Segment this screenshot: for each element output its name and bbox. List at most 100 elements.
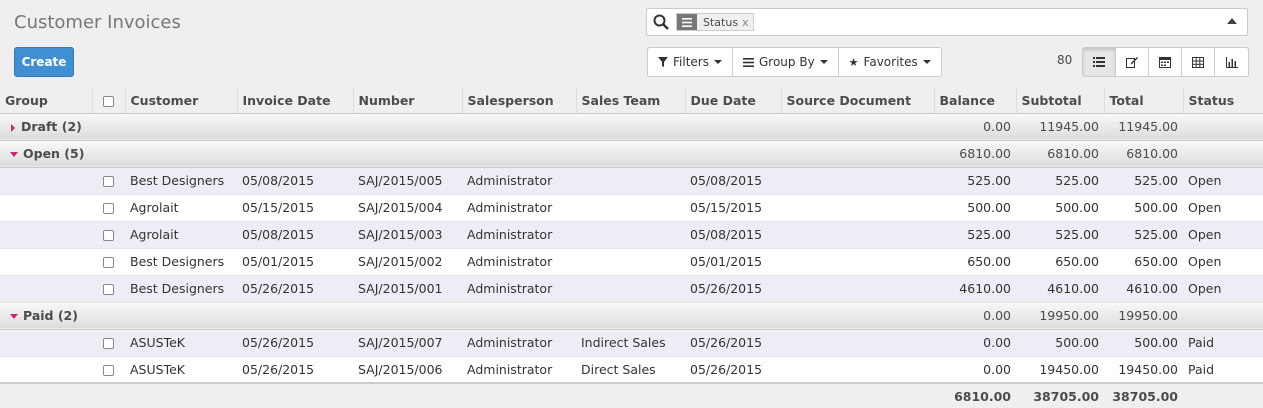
column-header-number[interactable]: Number xyxy=(353,88,463,114)
cell-status[interactable]: Paid xyxy=(1183,356,1263,384)
form-view-button[interactable] xyxy=(1116,48,1149,76)
cell-number[interactable]: SAJ/2015/005 xyxy=(353,167,462,195)
favorites-button[interactable]: ★ Favorites xyxy=(839,48,941,76)
cell-status[interactable]: Paid xyxy=(1183,329,1263,357)
cell-balance[interactable]: 4610.00 xyxy=(934,275,1016,303)
column-header-select-all[interactable] xyxy=(92,88,126,114)
cell-balance[interactable]: 0.00 xyxy=(934,356,1016,384)
group-row[interactable]: Paid (2) 0.00 19950.00 19950.00 xyxy=(0,302,1263,330)
column-header-due-date[interactable]: Due Date xyxy=(685,88,782,114)
cell-subtotal[interactable]: 525.00 xyxy=(1016,167,1104,195)
table-row[interactable]: Agrolait 05/15/2015 SAJ/2015/004 Adminis… xyxy=(0,194,1263,222)
row-select-cell[interactable] xyxy=(92,248,125,276)
row-checkbox[interactable] xyxy=(103,364,114,376)
cell-customer[interactable]: ASUSTeK xyxy=(125,329,237,357)
cell-total[interactable]: 500.00 xyxy=(1104,329,1183,357)
pager-count[interactable]: 80 xyxy=(1057,53,1072,67)
cell-status[interactable]: Open xyxy=(1183,167,1263,195)
table-row[interactable]: ASUSTeK 05/26/2015 SAJ/2015/006 Administ… xyxy=(0,356,1263,384)
cell-number[interactable]: SAJ/2015/006 xyxy=(353,356,462,384)
cell-due-date[interactable]: 05/26/2015 xyxy=(685,356,781,384)
group-row[interactable]: Open (5) 6810.00 6810.00 6810.00 xyxy=(0,140,1263,168)
cell-total[interactable]: 650.00 xyxy=(1104,248,1183,276)
group-label-cell[interactable]: Open (5) xyxy=(0,140,934,168)
pivot-view-button[interactable] xyxy=(1182,48,1215,76)
cell-customer[interactable]: Best Designers xyxy=(125,275,237,303)
cell-total[interactable]: 525.00 xyxy=(1104,221,1183,249)
table-row[interactable]: Best Designers 05/01/2015 SAJ/2015/002 A… xyxy=(0,248,1263,276)
cell-number[interactable]: SAJ/2015/007 xyxy=(353,329,462,357)
search-options-toggle-icon[interactable] xyxy=(1227,18,1237,24)
row-checkbox[interactable] xyxy=(103,176,114,187)
column-header-salesperson[interactable]: Salesperson xyxy=(462,88,577,114)
cell-sales-team[interactable]: Direct Sales xyxy=(576,356,685,384)
cell-salesperson[interactable]: Administrator xyxy=(462,248,576,276)
cell-total[interactable]: 525.00 xyxy=(1104,167,1183,195)
cell-salesperson[interactable]: Administrator xyxy=(462,194,576,222)
cell-due-date[interactable]: 05/26/2015 xyxy=(685,329,781,357)
row-select-cell[interactable] xyxy=(92,275,125,303)
column-header-status[interactable]: Status xyxy=(1183,88,1263,114)
cell-balance[interactable]: 500.00 xyxy=(934,194,1016,222)
cell-status[interactable]: Open xyxy=(1183,194,1263,222)
row-select-cell[interactable] xyxy=(92,356,125,384)
cell-total[interactable]: 19450.00 xyxy=(1104,356,1183,384)
cell-due-date[interactable]: 05/08/2015 xyxy=(685,167,781,195)
cell-balance[interactable]: 0.00 xyxy=(934,329,1016,357)
cell-customer[interactable]: Agrolait xyxy=(125,194,237,222)
column-header-source-document[interactable]: Source Document xyxy=(781,88,935,114)
cell-total[interactable]: 4610.00 xyxy=(1104,275,1183,303)
cell-sales-team[interactable] xyxy=(576,221,685,249)
cell-salesperson[interactable]: Administrator xyxy=(462,167,576,195)
cell-number[interactable]: SAJ/2015/002 xyxy=(353,248,462,276)
cell-customer[interactable]: Best Designers xyxy=(125,167,237,195)
cell-due-date[interactable]: 05/08/2015 xyxy=(685,221,781,249)
cell-invoice-date[interactable]: 05/26/2015 xyxy=(237,356,353,384)
row-checkbox[interactable] xyxy=(103,257,114,268)
create-button[interactable]: Create xyxy=(14,47,74,77)
cell-balance[interactable]: 525.00 xyxy=(934,221,1016,249)
group-row[interactable]: Draft (2) 0.00 11945.00 11945.00 xyxy=(0,113,1263,141)
search-facet-status[interactable]: Status x xyxy=(676,13,754,31)
cell-customer[interactable]: Best Designers xyxy=(125,248,237,276)
table-row[interactable]: ASUSTeK 05/26/2015 SAJ/2015/007 Administ… xyxy=(0,329,1263,357)
group-by-button[interactable]: Group By xyxy=(733,48,839,76)
cell-invoice-date[interactable]: 05/26/2015 xyxy=(237,329,353,357)
cell-source-document[interactable] xyxy=(781,329,934,357)
cell-sales-team[interactable] xyxy=(576,248,685,276)
column-header-customer[interactable]: Customer xyxy=(125,88,238,114)
row-checkbox[interactable] xyxy=(103,230,114,241)
cell-source-document[interactable] xyxy=(781,221,934,249)
cell-status[interactable]: Open xyxy=(1183,248,1263,276)
cell-number[interactable]: SAJ/2015/004 xyxy=(353,194,462,222)
row-checkbox[interactable] xyxy=(103,284,114,295)
table-row[interactable]: Agrolait 05/08/2015 SAJ/2015/003 Adminis… xyxy=(0,221,1263,249)
cell-balance[interactable]: 525.00 xyxy=(934,167,1016,195)
cell-due-date[interactable]: 05/15/2015 xyxy=(685,194,781,222)
search-icon[interactable] xyxy=(653,14,669,30)
collapsed-caret-icon[interactable] xyxy=(11,123,15,132)
cell-source-document[interactable] xyxy=(781,356,934,384)
cell-sales-team[interactable] xyxy=(576,167,685,195)
cell-customer[interactable]: Agrolait xyxy=(125,221,237,249)
column-header-balance[interactable]: Balance xyxy=(934,88,1017,114)
cell-source-document[interactable] xyxy=(781,194,934,222)
column-header-sales-team[interactable]: Sales Team xyxy=(576,88,686,114)
cell-salesperson[interactable]: Administrator xyxy=(462,329,576,357)
facet-remove-icon[interactable]: x xyxy=(742,14,753,30)
cell-total[interactable]: 500.00 xyxy=(1104,194,1183,222)
row-select-cell[interactable] xyxy=(92,221,125,249)
cell-sales-team[interactable] xyxy=(576,194,685,222)
cell-subtotal[interactable]: 500.00 xyxy=(1016,194,1104,222)
cell-invoice-date[interactable]: 05/26/2015 xyxy=(237,275,353,303)
row-select-cell[interactable] xyxy=(92,167,125,195)
column-header-total[interactable]: Total xyxy=(1104,88,1184,114)
cell-sales-team[interactable]: Indirect Sales xyxy=(576,329,685,357)
cell-subtotal[interactable]: 4610.00 xyxy=(1016,275,1104,303)
graph-view-button[interactable] xyxy=(1215,48,1248,76)
column-header-group[interactable]: Group xyxy=(0,88,93,114)
cell-invoice-date[interactable]: 05/01/2015 xyxy=(237,248,353,276)
cell-salesperson[interactable]: Administrator xyxy=(462,221,576,249)
cell-status[interactable]: Open xyxy=(1183,275,1263,303)
list-view-button[interactable] xyxy=(1083,48,1116,76)
